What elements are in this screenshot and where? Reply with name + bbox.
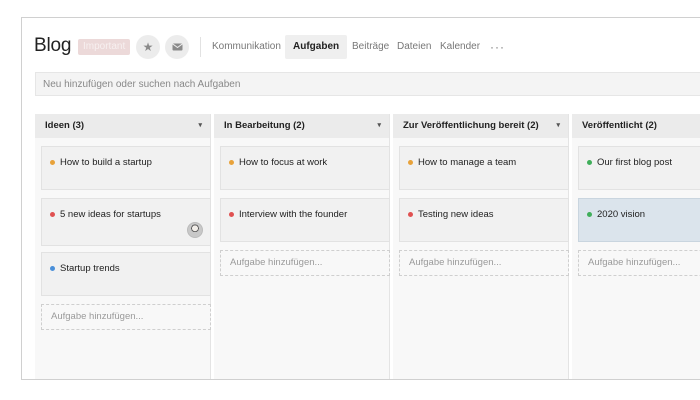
task-title: Interview with the founder (239, 209, 348, 220)
priority-dot (229, 160, 234, 165)
task-title: Testing new ideas (418, 209, 494, 220)
task-card[interactable]: Our first blog post (578, 146, 700, 190)
important-badge[interactable]: Important (78, 39, 131, 55)
tab-kalender[interactable]: Kalender (440, 35, 480, 59)
column-ideen: Ideen (3) ▾ How to build a startup 5 new… (35, 114, 211, 379)
column-in-bearbeitung: In Bearbeitung (2) ▾ How to focus at wor… (214, 114, 390, 379)
priority-dot (587, 160, 592, 165)
page-title: Blog (34, 35, 72, 56)
column-menu-caret-icon[interactable]: ▾ (556, 114, 560, 138)
project-header: Blog Important ★ Kommunikation Aufgaben … (22, 18, 700, 74)
task-card[interactable]: Interview with the founder (220, 198, 390, 242)
add-task-button[interactable]: Aufgabe hinzufügen... (220, 250, 390, 276)
priority-dot (50, 212, 55, 217)
priority-dot (50, 266, 55, 271)
priority-dot (408, 160, 413, 165)
email-button[interactable] (165, 35, 189, 59)
task-card[interactable]: Startup trends (41, 252, 211, 296)
priority-dot (587, 212, 592, 217)
priority-dot (408, 212, 413, 217)
favorite-button[interactable]: ★ (136, 35, 160, 59)
header-divider (200, 37, 201, 57)
tab-kommunikation[interactable]: Kommunikation (212, 35, 281, 59)
column-veroeffentlicht: Veröffentlicht (2) Our first blog post 2… (572, 114, 700, 379)
task-search-input[interactable] (36, 73, 700, 95)
column-title: In Bearbeitung (2) (224, 120, 305, 131)
column-header: Zur Veröffentlichung bereit (2) ▾ (393, 114, 568, 138)
add-task-button[interactable]: Aufgabe hinzufügen... (399, 250, 569, 276)
task-card[interactable]: Testing new ideas (399, 198, 569, 242)
tab-beitraege[interactable]: Beiträge (352, 35, 389, 59)
kanban-board: Ideen (3) ▾ How to build a startup 5 new… (35, 114, 700, 379)
column-menu-caret-icon[interactable]: ▾ (198, 114, 202, 138)
task-title: How to build a startup (60, 157, 152, 168)
column-menu-caret-icon[interactable]: ▾ (377, 114, 381, 138)
star-icon: ★ (142, 40, 154, 54)
task-title: 5 new ideas for startups (60, 209, 161, 220)
task-title: How to manage a team (418, 157, 517, 168)
task-card[interactable]: How to focus at work (220, 146, 390, 190)
task-card[interactable]: How to manage a team (399, 146, 569, 190)
tab-dateien[interactable]: Dateien (397, 35, 431, 59)
column-header: In Bearbeitung (2) ▾ (214, 114, 389, 138)
column-zur-veroeffentlichung-bereit: Zur Veröffentlichung bereit (2) ▾ How to… (393, 114, 569, 379)
column-title: Zur Veröffentlichung bereit (2) (403, 120, 539, 131)
task-title: 2020 vision (597, 209, 646, 220)
task-title: Our first blog post (597, 157, 672, 168)
priority-dot (229, 212, 234, 217)
assignee-avatar[interactable] (187, 222, 203, 238)
task-title: How to focus at work (239, 157, 328, 168)
task-card[interactable]: 5 new ideas for startups (41, 198, 211, 246)
mail-icon (171, 43, 183, 51)
column-title: Ideen (3) (45, 120, 85, 131)
task-card[interactable]: How to build a startup (41, 146, 211, 190)
column-header: Veröffentlicht (2) (572, 114, 700, 138)
add-task-button[interactable]: Aufgabe hinzufügen... (41, 304, 211, 330)
tab-aufgaben[interactable]: Aufgaben (285, 35, 348, 59)
task-search-bar (35, 72, 700, 96)
task-title: Startup trends (60, 263, 120, 274)
more-menu-button[interactable]: ··· (490, 35, 505, 59)
priority-dot (50, 160, 55, 165)
add-task-button[interactable]: Aufgabe hinzufügen... (578, 250, 700, 276)
task-card-selected[interactable]: 2020 vision (578, 198, 700, 242)
column-title: Veröffentlicht (2) (582, 120, 657, 131)
column-header: Ideen (3) ▾ (35, 114, 210, 138)
app-window: Blog Important ★ Kommunikation Aufgaben … (21, 17, 700, 380)
